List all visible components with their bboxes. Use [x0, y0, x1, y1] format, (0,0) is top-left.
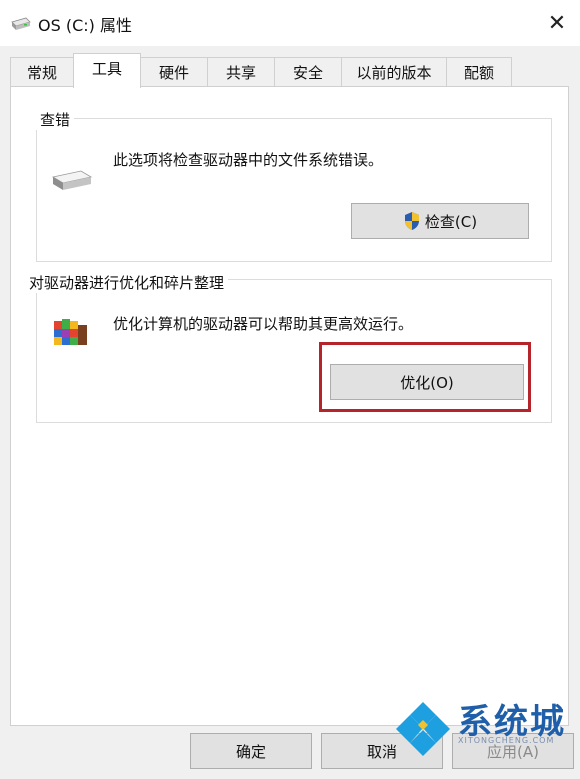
cancel-button-label: 取消	[366, 742, 397, 761]
close-icon: ✕	[547, 10, 567, 36]
tab-general[interactable]: 常规	[10, 57, 74, 87]
ok-button-label: 确定	[235, 742, 266, 761]
cancel-button[interactable]: 取消	[321, 733, 443, 769]
tab-bar: 常规 工具 硬件 共享 安全 以前的版本 配额	[10, 53, 570, 88]
check-button[interactable]: 检查(C)	[351, 203, 529, 239]
tab-sharing[interactable]: 共享	[207, 57, 275, 87]
check-button-label: 检查(C)	[424, 212, 478, 231]
error-checking-description: 此选项将检查驱动器中的文件系统错误。	[113, 151, 384, 169]
apply-button-label: 应用(A)	[487, 742, 539, 761]
drive-icon	[11, 17, 31, 30]
tab-tools[interactable]: 工具	[73, 53, 141, 88]
title-bar: OS (C:) 属性 ✕	[0, 0, 580, 46]
optimize-description: 优化计算机的驱动器可以帮助其更高效运行。	[113, 315, 414, 333]
tools-panel: 查错 此选项将检查驱动器中的文件系统错误。 检查(C) 对驱动器进行优化和碎片整…	[10, 86, 569, 726]
apply-button[interactable]: 应用(A)	[452, 733, 574, 769]
defrag-icon	[54, 319, 87, 345]
optimize-button[interactable]: 优化(O)	[330, 364, 524, 400]
tab-previous-versions[interactable]: 以前的版本	[341, 57, 447, 87]
close-button[interactable]: ✕	[534, 0, 580, 46]
hard-drive-icon	[51, 170, 93, 190]
optimize-button-label: 优化(O)	[400, 373, 454, 392]
ok-button[interactable]: 确定	[190, 733, 312, 769]
window-title: OS (C:) 属性	[38, 16, 132, 35]
tab-security[interactable]: 安全	[274, 57, 342, 87]
tab-quota[interactable]: 配额	[446, 57, 512, 87]
shield-icon	[404, 212, 419, 230]
error-checking-group	[36, 118, 552, 262]
error-checking-title: 查错	[36, 109, 75, 130]
tab-hardware[interactable]: 硬件	[140, 57, 208, 87]
optimize-title: 对驱动器进行优化和碎片整理	[25, 272, 229, 293]
